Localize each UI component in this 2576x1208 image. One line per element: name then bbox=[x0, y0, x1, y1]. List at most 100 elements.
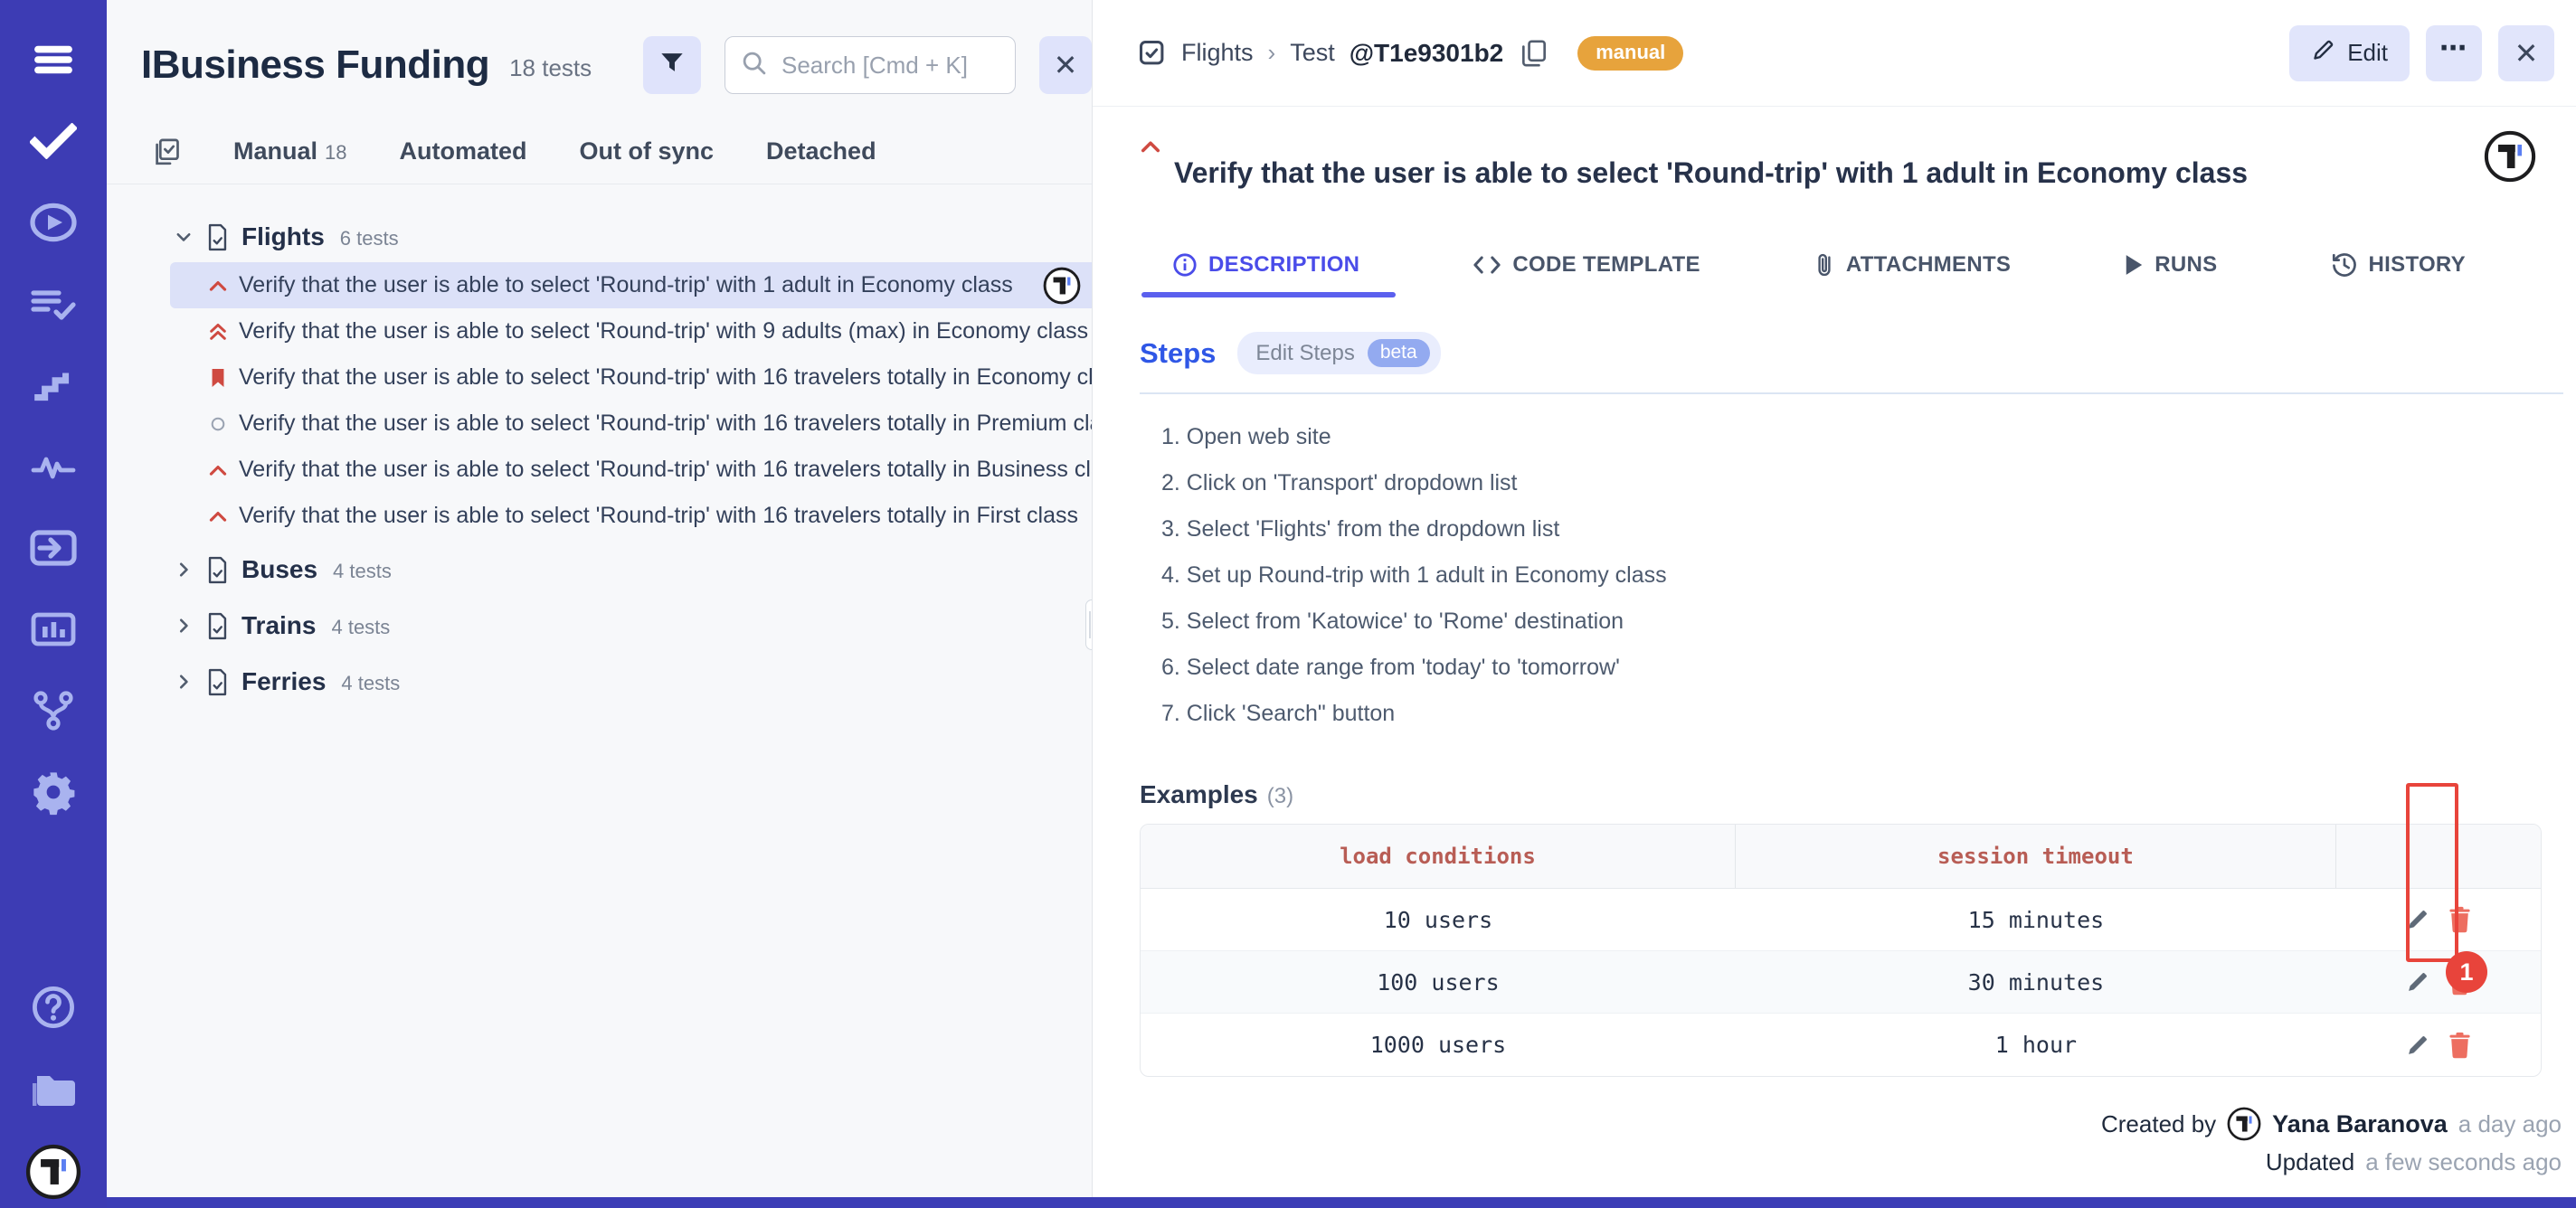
tests-tree: Flights 6 tests Verify that the user is ab… bbox=[107, 184, 1092, 1208]
examples-table-header: load conditionssession timeout bbox=[1141, 825, 2541, 889]
app-window: IBusiness Funding 18 tests ✕ bbox=[0, 0, 2576, 1208]
copy-test-id-button[interactable] bbox=[1521, 39, 1547, 68]
project-title: IBusiness Funding bbox=[141, 42, 489, 88]
detail-header: Flights › Test @T1e9301b2 manual Edit bbox=[1093, 0, 2576, 107]
test-doc-icon bbox=[1138, 39, 1167, 68]
tab-count: 18 bbox=[325, 141, 346, 165]
sidebar-item-tests[interactable] bbox=[0, 119, 107, 166]
folder-tests-count: 4 tests bbox=[341, 672, 400, 695]
chevron-down-icon[interactable] bbox=[174, 227, 194, 247]
tab-label: Automated bbox=[400, 137, 527, 165]
row-actions bbox=[2336, 906, 2541, 933]
close-panel-button[interactable]: ✕ bbox=[1039, 36, 1092, 94]
tab-description[interactable]: DESCRIPTION bbox=[1172, 252, 1359, 278]
sidebar-item-branches[interactable] bbox=[0, 689, 107, 736]
priority-normal-icon bbox=[206, 416, 230, 432]
breadcrumb-folder[interactable]: Flights bbox=[1181, 39, 1254, 67]
sidebar-item-test-plans[interactable] bbox=[0, 282, 107, 329]
play-circle-icon bbox=[28, 203, 79, 247]
sidebar-item-menu[interactable] bbox=[0, 38, 107, 85]
folder-name: Ferries bbox=[242, 667, 326, 696]
tab-automated[interactable]: Automated bbox=[400, 137, 527, 165]
tests-count: 18 tests bbox=[509, 54, 592, 82]
folder-name: Flights bbox=[242, 222, 325, 251]
edit-example-button[interactable] bbox=[2404, 906, 2431, 933]
tab-label: Detached bbox=[766, 137, 876, 165]
test-row[interactable]: Verify that the user is able to select '… bbox=[170, 447, 1092, 493]
tab-runs[interactable]: RUNS bbox=[2124, 252, 2217, 278]
folder-row-flights[interactable]: Flights 6 tests bbox=[107, 212, 1092, 262]
tab-detached[interactable]: Detached bbox=[766, 137, 876, 165]
select-all-icon[interactable] bbox=[152, 137, 181, 166]
filter-button[interactable] bbox=[643, 36, 701, 94]
pencil-icon bbox=[2311, 37, 2336, 69]
sidebar-item-help[interactable] bbox=[0, 986, 107, 1033]
file-check-icon bbox=[205, 668, 230, 696]
session-timeout-cell: 30 minutes bbox=[1736, 969, 2336, 996]
session-timeout-cell: 15 minutes bbox=[1736, 907, 2336, 933]
testomat-logo-icon bbox=[1043, 267, 1081, 305]
test-title: Verify that the user is able to select '… bbox=[1174, 155, 2471, 191]
search-input[interactable] bbox=[780, 51, 999, 80]
chevron-right-icon[interactable] bbox=[174, 672, 194, 692]
sidebar-item-steps[interactable] bbox=[0, 363, 107, 411]
testomat-logo-icon bbox=[2484, 130, 2536, 183]
examples-heading: Examples bbox=[1140, 780, 1258, 809]
tab-code-template[interactable]: CODE TEMPLATE bbox=[1473, 252, 1700, 278]
folder-tests-count: 4 tests bbox=[331, 616, 390, 639]
folder-row-buses[interactable]: Buses4 tests bbox=[107, 544, 1092, 595]
folder-tests-count: 6 tests bbox=[340, 227, 399, 250]
tab-label: Out of sync bbox=[580, 137, 715, 165]
delete-example-button[interactable] bbox=[2448, 1032, 2472, 1059]
sidebar-item-analytics[interactable] bbox=[0, 445, 107, 492]
edit-example-button[interactable] bbox=[2404, 1032, 2431, 1059]
more-options-button[interactable]: ⋯ bbox=[2426, 25, 2482, 81]
sidebar-item-reports[interactable] bbox=[0, 608, 107, 655]
tab-history[interactable]: HISTORY bbox=[2331, 251, 2466, 278]
examples-count: (3) bbox=[1267, 784, 1293, 809]
step-item: 3. Select 'Flights' from the dropdown li… bbox=[1161, 506, 2563, 552]
column-header-session-timeout: session timeout bbox=[1736, 825, 2336, 888]
close-detail-button[interactable]: ✕ bbox=[2498, 25, 2554, 81]
test-row[interactable]: Verify that the user is able to select '… bbox=[170, 493, 1092, 539]
edit-button[interactable]: Edit bbox=[2289, 25, 2410, 81]
folder-row-ferries[interactable]: Ferries 4 tests bbox=[107, 656, 1092, 707]
edit-steps-button[interactable]: Edit Steps beta bbox=[1237, 332, 1440, 374]
play-icon bbox=[2124, 253, 2144, 277]
sidebar-account-logo[interactable] bbox=[0, 1148, 107, 1195]
edit-steps-label: Edit Steps bbox=[1255, 341, 1354, 366]
sidebar-item-import[interactable] bbox=[0, 526, 107, 573]
test-row[interactable]: Verify that the user is able to select '… bbox=[170, 354, 1092, 401]
manual-badge: manual bbox=[1577, 36, 1683, 71]
stairs-icon bbox=[31, 368, 76, 407]
sidebar-item-projects[interactable] bbox=[0, 1067, 107, 1114]
tab-label: ATTACHMENTS bbox=[1846, 252, 2011, 278]
load-conditions-cell: 1000 users bbox=[1141, 1032, 1736, 1058]
folder-tests-count: 4 tests bbox=[333, 560, 392, 583]
sidebar-item-settings[interactable] bbox=[0, 770, 107, 817]
tab-manual[interactable]: Manual18 bbox=[233, 137, 347, 165]
panel-resize-handle[interactable] bbox=[1085, 599, 1093, 650]
tab-out-of-sync[interactable]: Out of sync bbox=[580, 137, 715, 165]
updated-label: Updated bbox=[2266, 1148, 2354, 1176]
delete-example-button[interactable] bbox=[2448, 906, 2472, 933]
test-row[interactable]: Verify that the user is able to select '… bbox=[170, 262, 1092, 308]
tab-attachments[interactable]: ATTACHMENTS bbox=[1814, 251, 2011, 278]
git-branch-icon bbox=[32, 690, 75, 736]
folder-row-trains[interactable]: Trains4 tests bbox=[107, 600, 1092, 651]
chevron-right-icon[interactable] bbox=[174, 560, 194, 580]
sidebar-item-runs[interactable] bbox=[0, 201, 107, 248]
test-row[interactable]: Verify that the user is able to select '… bbox=[170, 401, 1092, 447]
step-item: 1. Open web site bbox=[1161, 414, 2563, 460]
check-icon bbox=[30, 123, 77, 164]
annotation-badge: 1 bbox=[2446, 951, 2487, 993]
test-id: @T1e9301b2 bbox=[1350, 39, 1504, 68]
edit-example-button[interactable] bbox=[2404, 968, 2431, 996]
chevron-right-icon[interactable] bbox=[174, 616, 194, 636]
test-row[interactable]: Verify that the user is able to select '… bbox=[170, 308, 1092, 354]
priority-high-icon bbox=[206, 464, 230, 477]
code-icon bbox=[1473, 254, 1501, 276]
tests-filter-tabs: Manual18 Automated Out of sync Detached bbox=[107, 119, 1092, 184]
test-label: Verify that the user is able to select '… bbox=[239, 457, 1092, 483]
example-row: 100 users30 minutes bbox=[1141, 951, 2541, 1014]
